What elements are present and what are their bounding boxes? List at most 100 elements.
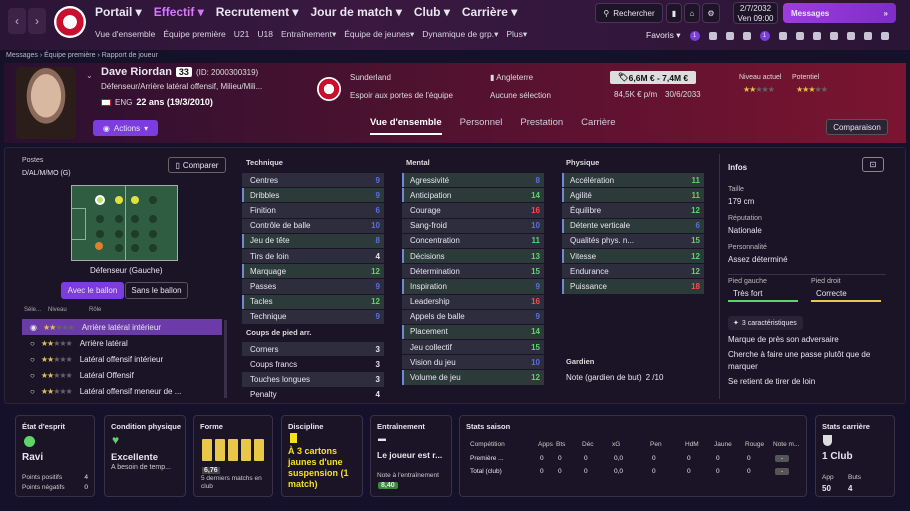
tab-personnel[interactable]: Personnel [460, 117, 503, 135]
pos-dot[interactable] [115, 215, 123, 223]
attribute-row[interactable]: Qualités phys. n... 15 [562, 233, 704, 248]
actions-button[interactable]: ◉ Actions ▾ [93, 120, 158, 136]
season-header[interactable]: Jaune [714, 441, 732, 448]
with-ball-toggle[interactable]: Avec le ballon [61, 282, 124, 299]
attribute-row[interactable]: Détente verticale 6 [562, 218, 704, 233]
forward-button[interactable]: › [28, 8, 46, 34]
pos-dot[interactable] [115, 196, 123, 204]
pos-dot[interactable] [149, 230, 157, 238]
scout-icon[interactable] [778, 31, 787, 40]
comparison-button[interactable]: Comparaison [826, 119, 888, 135]
menu-effectif[interactable]: Effectif ▾ [154, 5, 204, 19]
season-header[interactable]: Apps [538, 441, 553, 448]
club-icon[interactable] [880, 31, 889, 40]
role-row[interactable]: ○ ★★★★★ Latéral Offensif [22, 367, 222, 383]
pos-dot[interactable] [131, 230, 139, 238]
discipline-card[interactable]: Discipline À 3 cartons jaunes d'une susp… [281, 415, 363, 497]
attribute-row[interactable]: Appels de balle 9 [402, 309, 544, 324]
attribute-row[interactable]: Centres 9 [242, 173, 384, 188]
tab-carriere[interactable]: Carrière [581, 117, 615, 135]
menu-recrutement[interactable]: Recrutement ▾ [216, 5, 299, 19]
pos-dot[interactable] [95, 242, 103, 250]
attribute-row[interactable]: Décisions 13 [402, 248, 544, 264]
calendar-icon[interactable] [846, 31, 855, 40]
season-row-name[interactable]: Première ... [470, 455, 504, 462]
pos-dot[interactable] [131, 215, 139, 223]
attribute-row[interactable]: Coups francs 3 [242, 357, 384, 371]
person-card-icon[interactable]: ⊡ [862, 157, 884, 172]
attribute-row[interactable]: Contrôle de balle 10 [242, 218, 384, 233]
staff-icon[interactable] [812, 31, 821, 40]
menu-club[interactable]: Club ▾ [414, 5, 450, 19]
club-badge-icon[interactable] [317, 77, 341, 101]
attribute-row[interactable]: Vitesse 12 [562, 248, 704, 264]
condition-card[interactable]: Condition physique ♥ Excellente A besoin… [104, 415, 186, 497]
season-header[interactable]: Déc [582, 441, 594, 448]
attribute-row[interactable]: Puissance 18 [562, 279, 704, 294]
attribute-row[interactable]: Touches longues 3 [242, 372, 384, 387]
nation-name[interactable]: ▮ Angleterre [490, 73, 533, 82]
season-header[interactable]: xG [612, 441, 620, 448]
fav-badge[interactable]: 1 [689, 30, 700, 41]
transfer-value[interactable]: 🏷 6,6M € - 7,4M € [610, 71, 696, 84]
attribute-row[interactable]: Agressivité 8 [402, 173, 544, 188]
attribute-row[interactable]: Corners 3 [242, 342, 384, 357]
attribute-row[interactable]: Tacles 12 [242, 294, 384, 309]
attribute-row[interactable]: Endurance 12 [562, 264, 704, 279]
pos-dot[interactable] [131, 244, 139, 252]
chevron-down-icon[interactable]: ⌄ [86, 71, 93, 80]
submenu-jeunes[interactable]: Équipe de jeunes▾ [344, 29, 414, 40]
submenu-u18[interactable]: U18 [257, 29, 273, 40]
form-card[interactable]: Forme 6,76 5 derniers matchs en club [193, 415, 273, 497]
role-row[interactable]: ○ ★★★★★ Latéral offensif meneur de ... [22, 383, 222, 399]
crumb-equipe[interactable]: Équipe première [44, 52, 95, 59]
season-stats-card[interactable]: Stats saison Compétition Apps Bts Déc xG Pen H… [459, 415, 807, 497]
season-header[interactable]: Bts [556, 441, 565, 448]
attribute-row[interactable]: Technique 9 [242, 309, 384, 324]
pos-dot[interactable] [96, 230, 104, 238]
messages-button[interactable]: Messages » [783, 3, 896, 23]
stadium-icon[interactable]: ⌂ [684, 3, 700, 23]
role-row[interactable]: ◉ ★★★★★ Arrière latéral intérieur [22, 319, 222, 335]
submenu-vue[interactable]: Vue d'ensemble [95, 29, 155, 40]
attribute-row[interactable]: Placement 14 [402, 324, 544, 340]
season-header[interactable]: Compétition [470, 441, 505, 448]
season-header[interactable]: HdM [685, 441, 699, 448]
pos-dot[interactable] [96, 215, 104, 223]
gear-icon[interactable]: ⚙ [702, 3, 720, 23]
season-header[interactable]: Note m... [773, 441, 799, 448]
season-header[interactable]: Rouge [745, 441, 764, 448]
date-time[interactable]: 2/7/2032 Ven 09:00 [733, 2, 778, 24]
season-row-name[interactable]: Total (club) [470, 468, 502, 475]
attribute-row[interactable]: Accélération 11 [562, 173, 704, 188]
training-card[interactable]: Entraînement ▬ Le joueur est r... Note à… [370, 415, 452, 497]
shirt-icon[interactable] [708, 31, 717, 40]
career-stats-card[interactable]: Stats carrière 1 Club App Buts 50 4 [815, 415, 895, 497]
favorites-dropdown[interactable]: Favoris ▾ [646, 30, 681, 41]
club-name[interactable]: Sunderland [350, 73, 391, 82]
without-ball-toggle[interactable]: Sans le ballon [125, 282, 188, 299]
attribute-row[interactable]: Anticipation 14 [402, 188, 544, 203]
attribute-row[interactable]: Leadership 16 [402, 294, 544, 309]
crumb-messages[interactable]: Messages [6, 52, 38, 59]
submenu-dynamique[interactable]: Dynamique de grp.▾ [422, 29, 498, 40]
compare-button[interactable]: ▯ Comparer [168, 157, 226, 173]
menu-carriere[interactable]: Carrière ▾ [462, 5, 517, 19]
role-row[interactable]: ○ ★★★★★ Latéral offensif intérieur [22, 351, 222, 367]
attribute-row[interactable]: Jeu collectif 15 [402, 340, 544, 355]
menu-portail[interactable]: Portail ▾ [95, 5, 142, 19]
search-button[interactable]: ⚲ Rechercher [595, 3, 663, 23]
attribute-row[interactable]: Passes 9 [242, 279, 384, 294]
attribute-row[interactable]: Agilité 11 [562, 188, 704, 203]
notebook-icon[interactable]: ▮ [666, 3, 682, 23]
pos-dot[interactable] [149, 244, 157, 252]
menu-jour-de-match[interactable]: Jour de match ▾ [310, 5, 401, 19]
attribute-row[interactable]: Vision du jeu 10 [402, 355, 544, 370]
attribute-row[interactable]: Concentration 11 [402, 233, 544, 248]
attribute-row[interactable]: Inspiration 9 [402, 279, 544, 294]
submenu-u21[interactable]: U21 [234, 29, 250, 40]
squad-icon[interactable] [742, 31, 751, 40]
pos-dot[interactable] [115, 244, 123, 252]
trophy-icon[interactable] [795, 31, 804, 40]
role-row[interactable]: ○ ★★★★★ Arrière latéral [22, 335, 222, 351]
